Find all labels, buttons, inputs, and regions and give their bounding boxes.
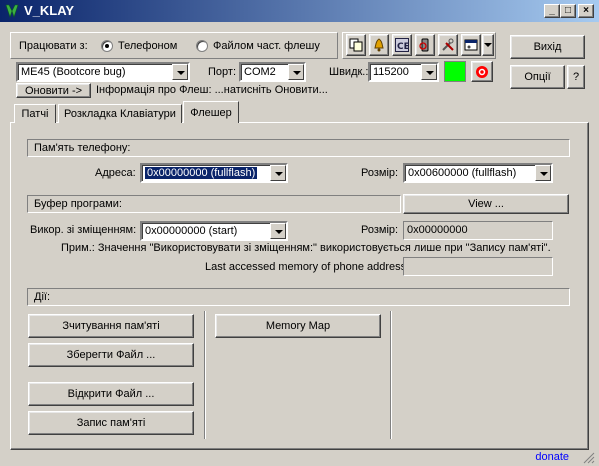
tab-patches-label: Патчі (21, 108, 49, 120)
phone-size-combobox[interactable]: 0x00600000 (fullflash) (403, 163, 553, 183)
exit-button[interactable]: Вихід (510, 35, 585, 59)
chevron-down-icon[interactable] (270, 165, 286, 181)
resize-grip-icon[interactable] (583, 452, 595, 464)
actions-header: Дії: (34, 291, 51, 303)
stop-button[interactable] (471, 61, 493, 82)
buffer-size-value: 0x00000000 (407, 224, 468, 236)
window-title: V_KLAY (24, 3, 75, 18)
status-bar (0, 448, 599, 466)
speed-combobox[interactable]: 115200 (368, 62, 439, 82)
window-icon[interactable] (461, 34, 481, 56)
toolbar-dropdown-button[interactable] (482, 34, 494, 56)
write-memory-button[interactable]: Запис пам'яті (28, 411, 194, 435)
port-combobox-value: COM2 (244, 66, 276, 78)
phone-memory-header: Пам'ять телефону: (34, 142, 131, 154)
last-accessed-field (403, 257, 553, 276)
close-button[interactable]: × (578, 4, 594, 18)
radio-flash-file-label[interactable]: Файлом част. флешу (213, 40, 320, 52)
view-button[interactable]: View ... (403, 194, 569, 214)
model-combobox-value: ME45 (Bootcore bug) (21, 66, 126, 78)
radio-flash-file[interactable] (196, 40, 208, 52)
speed-combobox-value: 115200 (373, 66, 409, 78)
chevron-down-icon[interactable] (535, 165, 551, 181)
offset-note: Прим.: Значення "Використовувати зі зміщ… (61, 242, 551, 254)
last-accessed-label: Last accessed memory of phone address: (205, 261, 410, 273)
speed-label: Швидк.: (329, 66, 369, 78)
chevron-down-icon[interactable] (172, 64, 188, 80)
phone-size-label: Розмір: (361, 167, 399, 179)
open-file-button[interactable]: Відкрити Файл ... (28, 382, 194, 406)
tools-icon[interactable] (438, 34, 458, 56)
address-combobox-value: 0x00000000 (fullflash) (145, 167, 258, 179)
phone-search-icon[interactable] (415, 34, 435, 56)
radio-phone[interactable] (101, 40, 113, 52)
chevron-down-icon[interactable] (421, 64, 437, 80)
buffer-size-field: 0x00000000 (403, 221, 553, 240)
offset-label: Викор. зі зміщенням: (30, 224, 137, 236)
maximize-button[interactable]: □ (560, 4, 576, 18)
tab-flasher[interactable]: Флешер (183, 101, 239, 123)
model-combobox[interactable]: ME45 (Bootcore bug) (16, 62, 190, 82)
offset-combobox-value: 0x00000000 (start) (145, 225, 238, 237)
bell-icon[interactable] (369, 34, 389, 56)
chevron-down-icon[interactable] (270, 223, 286, 239)
actions-header-bar (27, 288, 570, 306)
memory-map-button[interactable]: Memory Map (215, 314, 381, 338)
read-memory-button[interactable]: Зчитування пам'яті (28, 314, 194, 338)
mode-label: Працювати з: (19, 40, 88, 52)
svg-text:CE: CE (397, 42, 409, 52)
options-button[interactable]: Опції (510, 65, 565, 89)
buffer-size-label: Розмір: (361, 224, 399, 236)
app-logo-icon (5, 4, 19, 18)
copy-icon[interactable] (346, 34, 366, 56)
address-combobox[interactable]: 0x00000000 (fullflash) (140, 163, 288, 183)
port-label: Порт: (208, 66, 236, 78)
save-file-button[interactable]: Зберегти Файл ... (28, 343, 194, 367)
phone-size-combobox-value: 0x00600000 (fullflash) (408, 167, 517, 179)
tab-keyboard-layout[interactable]: Розкладка Клавіатури (58, 104, 182, 123)
flash-info-text: Інформація про Флеш: ...натисніть Оновит… (96, 84, 328, 96)
tab-keyboard-layout-label: Розкладка Клавіатури (64, 108, 176, 120)
tab-patches[interactable]: Патчі (14, 104, 56, 123)
connection-status-indicator (444, 61, 466, 82)
donate-link[interactable]: donate (535, 451, 569, 463)
offset-combobox[interactable]: 0x00000000 (start) (140, 221, 288, 241)
actions-divider-1 (204, 311, 206, 439)
ce-icon[interactable]: CE (392, 34, 412, 56)
actions-divider-2 (390, 311, 392, 439)
address-label: Адреса: (95, 167, 136, 179)
port-combobox[interactable]: COM2 (239, 62, 306, 82)
minimize-button[interactable]: _ (544, 4, 560, 18)
chevron-down-icon[interactable] (288, 64, 304, 80)
radio-phone-label[interactable]: Телефоном (118, 40, 177, 52)
program-buffer-header: Буфер програми: (34, 198, 122, 210)
tab-flasher-label: Флешер (190, 106, 232, 119)
help-button[interactable]: ? (567, 65, 585, 89)
update-button[interactable]: Оновити -> (16, 83, 91, 98)
title-bar (0, 0, 599, 22)
stop-icon (476, 65, 488, 78)
